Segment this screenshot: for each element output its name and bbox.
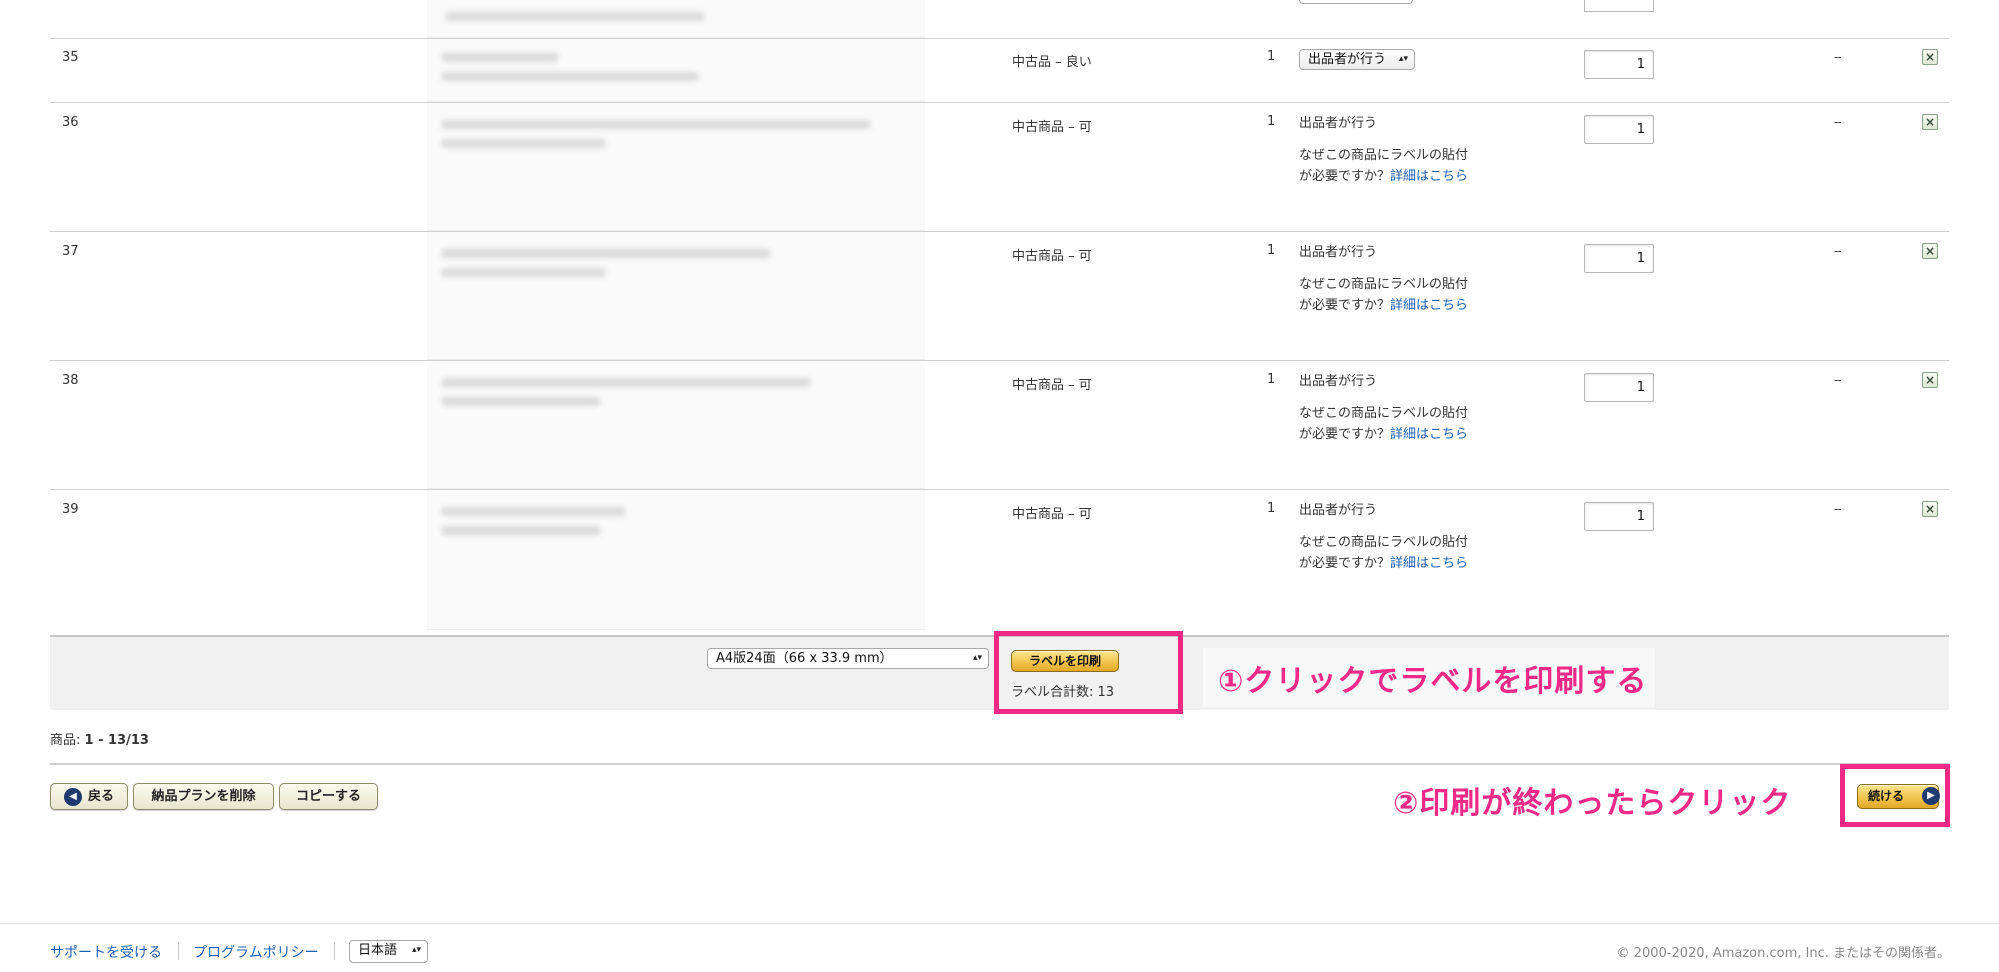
prep-help-text: なぜこの商品にラベルの貼付が必要ですか？詳細はこちら xyxy=(1299,535,1469,571)
fee-text: -- xyxy=(1834,115,1842,129)
product-title-blurred xyxy=(427,361,925,489)
row-divider xyxy=(50,489,1949,490)
quantity-text: 1 xyxy=(1267,243,1276,258)
continue-button[interactable]: 続ける ▶ xyxy=(1857,784,1940,809)
box-quantity-input[interactable]: 1 xyxy=(1584,502,1654,531)
box-quantity-input[interactable]: 1 xyxy=(1584,373,1654,402)
product-title-blurred xyxy=(427,39,925,102)
product-title-blurred xyxy=(427,0,925,38)
condition-text: 中古品 – 良い xyxy=(1012,55,1092,70)
section-divider xyxy=(50,763,1949,765)
quantity-text: 1 xyxy=(1267,372,1276,387)
copy-button[interactable]: コピーする xyxy=(279,783,378,810)
select-arrows-icon: ▴▾ xyxy=(972,653,982,663)
product-title-blurred xyxy=(427,232,925,360)
select-arrows-icon: ▴▾ xyxy=(1398,54,1408,64)
details-link[interactable]: 詳細はこちら xyxy=(1390,556,1468,571)
prep-owner-text: 出品者が行う xyxy=(1299,503,1378,518)
row-number: 37 xyxy=(62,244,79,259)
remove-icon[interactable]: × xyxy=(1922,243,1938,259)
fee-text: -- xyxy=(1834,50,1842,64)
quantity-text: 1 xyxy=(1267,501,1276,516)
row-divider xyxy=(50,38,1949,39)
qty-input-partial[interactable] xyxy=(1584,0,1654,12)
remove-icon[interactable]: × xyxy=(1922,372,1938,388)
row-divider xyxy=(50,231,1949,232)
label-paper-select[interactable]: A4版24面（66 x 33.9 mm） ▴▾ xyxy=(707,648,989,669)
back-arrow-icon: ◀ xyxy=(63,787,82,806)
row-number: 39 xyxy=(62,502,79,517)
row-number: 38 xyxy=(62,373,79,388)
product-title-blurred xyxy=(427,103,925,231)
quantity-text: 1 xyxy=(1267,49,1276,64)
condition-text: 中古商品 – 可 xyxy=(1012,507,1092,522)
language-select[interactable]: 日本語 ▴▾ xyxy=(349,940,428,963)
print-labels-button[interactable]: ラベルを印刷 xyxy=(1011,650,1119,672)
prep-owner-select[interactable]: 出品者が行う ▴▾ xyxy=(1299,49,1415,70)
product-title-blurred xyxy=(427,490,925,630)
details-link[interactable]: 詳細はこちら xyxy=(1390,298,1468,313)
remove-icon[interactable]: × xyxy=(1922,49,1938,65)
details-link[interactable]: 詳細はこちら xyxy=(1390,427,1468,442)
prep-help-text: なぜこの商品にラベルの貼付が必要ですか？詳細はこちら xyxy=(1299,406,1469,442)
annotation-step2: ②印刷が終わったらクリック xyxy=(1393,786,1792,821)
highlight-print-button xyxy=(994,631,1183,714)
annotation-step1: ①クリックでラベルを印刷する xyxy=(1218,664,1648,699)
row-divider xyxy=(50,360,1949,361)
box-quantity-input[interactable]: 1 xyxy=(1584,244,1654,273)
box-quantity-input[interactable]: 1 xyxy=(1584,50,1654,79)
footer-divider xyxy=(0,923,1999,924)
fee-text: -- xyxy=(1834,373,1842,387)
footer-separator xyxy=(178,942,179,960)
prep-select-partial[interactable] xyxy=(1299,0,1413,4)
delete-plan-button[interactable]: 納品プランを削除 xyxy=(133,783,274,810)
fee-text: -- xyxy=(1834,502,1842,516)
condition-text: 中古商品 – 可 xyxy=(1012,120,1092,135)
row-divider xyxy=(50,102,1949,103)
remove-icon[interactable]: × xyxy=(1922,114,1938,130)
footer-support-link[interactable]: サポートを受ける xyxy=(50,942,162,962)
forward-arrow-icon: ▶ xyxy=(1922,787,1940,805)
row-number: 35 xyxy=(62,50,79,65)
copyright-text: © 2000-2020, Amazon.com, Inc. またはその関係者。 xyxy=(1616,946,1950,961)
select-arrows-icon: ▴▾ xyxy=(411,945,421,955)
condition-text: 中古商品 – 可 xyxy=(1012,249,1092,264)
item-range: 商品: 1 - 13/13 xyxy=(50,733,149,748)
fee-text: -- xyxy=(1834,244,1842,258)
quantity-text: 1 xyxy=(1267,114,1276,129)
prep-owner-text: 出品者が行う xyxy=(1299,245,1378,260)
label-total-text: ラベル合計数: 13 xyxy=(1011,685,1115,700)
back-button[interactable]: ◀ 戻る xyxy=(50,783,128,810)
prep-owner-text: 出品者が行う xyxy=(1299,374,1378,389)
prep-help-text: なぜこの商品にラベルの貼付が必要ですか？詳細はこちら xyxy=(1299,148,1469,184)
box-quantity-input[interactable]: 1 xyxy=(1584,115,1654,144)
footer-policy-link[interactable]: プログラムポリシー xyxy=(193,942,319,962)
condition-text: 中古商品 – 可 xyxy=(1012,378,1092,393)
prep-owner-text: 出品者が行う xyxy=(1299,116,1378,131)
prep-help-text: なぜこの商品にラベルの貼付が必要ですか？詳細はこちら xyxy=(1299,277,1469,313)
remove-icon[interactable]: × xyxy=(1922,501,1938,517)
row-number: 36 xyxy=(62,115,79,130)
details-link[interactable]: 詳細はこちら xyxy=(1390,169,1468,184)
footer-separator xyxy=(334,942,335,960)
